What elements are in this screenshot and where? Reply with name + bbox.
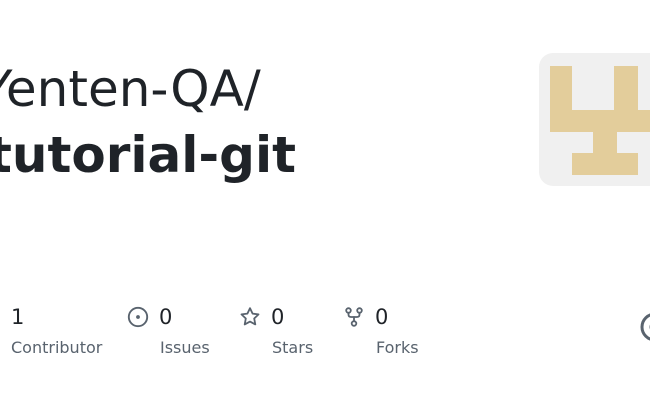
- issues-label: Issues: [160, 338, 210, 357]
- stat-stars[interactable]: 0 Stars: [239, 303, 313, 359]
- star-icon: [239, 306, 261, 328]
- contributors-count: 1: [11, 305, 25, 329]
- github-icon: [640, 312, 650, 342]
- stat-forks[interactable]: 0 Forks: [343, 303, 419, 359]
- forks-label: Forks: [376, 338, 419, 357]
- repo-forked-icon: [343, 306, 365, 328]
- owner-avatar[interactable]: [539, 53, 650, 186]
- repo-social-card: Yenten-QA/ tutorial-git 1 Contributor 0 …: [0, 0, 650, 400]
- issues-count: 0: [159, 305, 173, 329]
- identicon-icon: [550, 66, 650, 175]
- contributors-label: Contributor: [11, 338, 103, 357]
- repo-stats: 1 Contributor 0 Issues 0 Stars 0 Forks: [0, 303, 650, 363]
- stat-contributors[interactable]: 1 Contributor: [11, 303, 102, 359]
- stars-count: 0: [271, 305, 285, 329]
- repo-owner[interactable]: Yenten-QA/: [0, 58, 261, 120]
- stars-label: Stars: [272, 338, 314, 357]
- forks-count: 0: [375, 305, 389, 329]
- issue-opened-icon: [127, 306, 149, 328]
- stat-issues[interactable]: 0 Issues: [127, 303, 210, 359]
- repo-name[interactable]: tutorial-git: [0, 124, 296, 186]
